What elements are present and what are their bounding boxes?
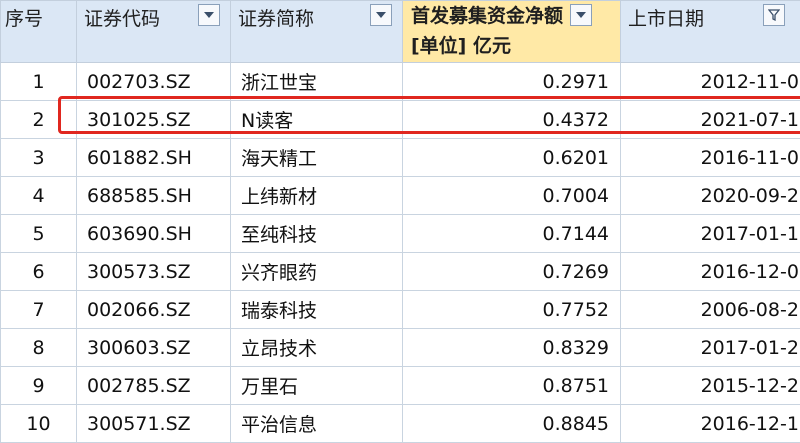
cell-code[interactable]: 300573.SZ xyxy=(77,253,231,291)
cell-name[interactable]: 浙江世宝 xyxy=(231,63,403,101)
column-header-name-label: 证券简称 xyxy=(238,4,314,31)
cell-seq[interactable]: 4 xyxy=(1,177,77,215)
cell-name[interactable]: N读客 xyxy=(231,101,403,139)
table-row[interactable]: 1 002703.SZ 浙江世宝 0.2971 2012-11-02 xyxy=(1,63,800,101)
column-header-date-label: 上市日期 xyxy=(628,4,704,31)
column-header-seq-label: 序号 xyxy=(5,4,43,31)
column-header-seq[interactable]: 序号 xyxy=(1,1,77,63)
cell-code[interactable]: 601882.SH xyxy=(77,139,231,177)
column-header-code-label: 证券代码 xyxy=(84,4,160,31)
cell-amount[interactable]: 0.8845 xyxy=(403,405,621,443)
table-row[interactable]: 10 300571.SZ 平治信息 0.8845 2016-12-13 xyxy=(1,405,800,443)
funnel-icon[interactable] xyxy=(763,4,785,26)
cell-name[interactable]: 至纯科技 xyxy=(231,215,403,253)
ipo-funds-table: 序号 证券代码 证券简称 首发募集资金净额 xyxy=(0,0,800,443)
cell-amount[interactable]: 0.4372 xyxy=(403,101,621,139)
cell-code[interactable]: 300571.SZ xyxy=(77,405,231,443)
column-header-amount-unit: [单位] 亿元 xyxy=(411,35,511,57)
cell-seq[interactable]: 6 xyxy=(1,253,77,291)
cell-name[interactable]: 平治信息 xyxy=(231,405,403,443)
cell-code[interactable]: 300603.SZ xyxy=(77,329,231,367)
cell-date[interactable]: 2012-11-02 xyxy=(621,63,800,101)
cell-date[interactable]: 2015-12-23 xyxy=(621,367,800,405)
cell-name[interactable]: 瑞泰科技 xyxy=(231,291,403,329)
cell-name[interactable]: 上纬新材 xyxy=(231,177,403,215)
cell-code[interactable]: 002066.SZ xyxy=(77,291,231,329)
cell-seq[interactable]: 3 xyxy=(1,139,77,177)
cell-amount[interactable]: 0.7752 xyxy=(403,291,621,329)
table-row[interactable]: 6 300573.SZ 兴齐眼药 0.7269 2016-12-08 xyxy=(1,253,800,291)
spreadsheet-view: 序号 证券代码 证券简称 首发募集资金净额 xyxy=(0,0,800,417)
cell-amount[interactable]: 0.2971 xyxy=(403,63,621,101)
chevron-down-icon[interactable] xyxy=(370,4,392,26)
chevron-down-icon[interactable] xyxy=(198,4,220,26)
cell-seq[interactable]: 9 xyxy=(1,367,77,405)
cell-seq[interactable]: 8 xyxy=(1,329,77,367)
cell-amount[interactable]: 0.6201 xyxy=(403,139,621,177)
cell-date[interactable]: 2021-07-19 xyxy=(621,101,800,139)
cell-date[interactable]: 2020-09-28 xyxy=(621,177,800,215)
table-row[interactable]: 9 002785.SZ 万里石 0.8751 2015-12-23 xyxy=(1,367,800,405)
table-row[interactable]: 8 300603.SZ 立昂技术 0.8329 2017-01-26 xyxy=(1,329,800,367)
table-row-highlighted[interactable]: 2 301025.SZ N读客 0.4372 2021-07-19 xyxy=(1,101,800,139)
header-row: 序号 证券代码 证券简称 首发募集资金净额 xyxy=(1,1,800,63)
cell-date[interactable]: 2017-01-13 xyxy=(621,215,800,253)
table-row[interactable]: 5 603690.SH 至纯科技 0.7144 2017-01-13 xyxy=(1,215,800,253)
cell-date[interactable]: 2017-01-26 xyxy=(621,329,800,367)
column-header-date[interactable]: 上市日期 xyxy=(621,1,800,63)
column-header-code[interactable]: 证券代码 xyxy=(77,1,231,63)
cell-seq[interactable]: 1 xyxy=(1,63,77,101)
cell-code[interactable]: 603690.SH xyxy=(77,215,231,253)
cell-code[interactable]: 688585.SH xyxy=(77,177,231,215)
table-row[interactable]: 3 601882.SH 海天精工 0.6201 2016-11-07 xyxy=(1,139,800,177)
cell-name[interactable]: 兴齐眼药 xyxy=(231,253,403,291)
cell-amount[interactable]: 0.7004 xyxy=(403,177,621,215)
cell-code[interactable]: 002785.SZ xyxy=(77,367,231,405)
cell-amount[interactable]: 0.7269 xyxy=(403,253,621,291)
cell-seq[interactable]: 7 xyxy=(1,291,77,329)
cell-amount[interactable]: 0.8751 xyxy=(403,367,621,405)
chevron-down-icon[interactable] xyxy=(570,4,592,26)
cell-seq[interactable]: 5 xyxy=(1,215,77,253)
cell-name[interactable]: 万里石 xyxy=(231,367,403,405)
table-row[interactable]: 7 002066.SZ 瑞泰科技 0.7752 2006-08-23 xyxy=(1,291,800,329)
cell-date[interactable]: 2016-12-13 xyxy=(621,405,800,443)
column-header-amount-title: 首发募集资金净额 xyxy=(411,5,563,27)
cell-code[interactable]: 301025.SZ xyxy=(77,101,231,139)
cell-date[interactable]: 2006-08-23 xyxy=(621,291,800,329)
column-header-name[interactable]: 证券简称 xyxy=(231,1,403,63)
cell-amount[interactable]: 0.8329 xyxy=(403,329,621,367)
column-header-amount-label: 首发募集资金净额 [单位] 亿元 xyxy=(411,1,563,61)
cell-date[interactable]: 2016-11-07 xyxy=(621,139,800,177)
table-row[interactable]: 4 688585.SH 上纬新材 0.7004 2020-09-28 xyxy=(1,177,800,215)
column-header-amount[interactable]: 首发募集资金净额 [单位] 亿元 xyxy=(403,1,621,63)
cell-seq[interactable]: 2 xyxy=(1,101,77,139)
cell-name[interactable]: 立昂技术 xyxy=(231,329,403,367)
cell-seq[interactable]: 10 xyxy=(1,405,77,443)
cell-name[interactable]: 海天精工 xyxy=(231,139,403,177)
cell-code[interactable]: 002703.SZ xyxy=(77,63,231,101)
cell-date[interactable]: 2016-12-08 xyxy=(621,253,800,291)
cell-amount[interactable]: 0.7144 xyxy=(403,215,621,253)
